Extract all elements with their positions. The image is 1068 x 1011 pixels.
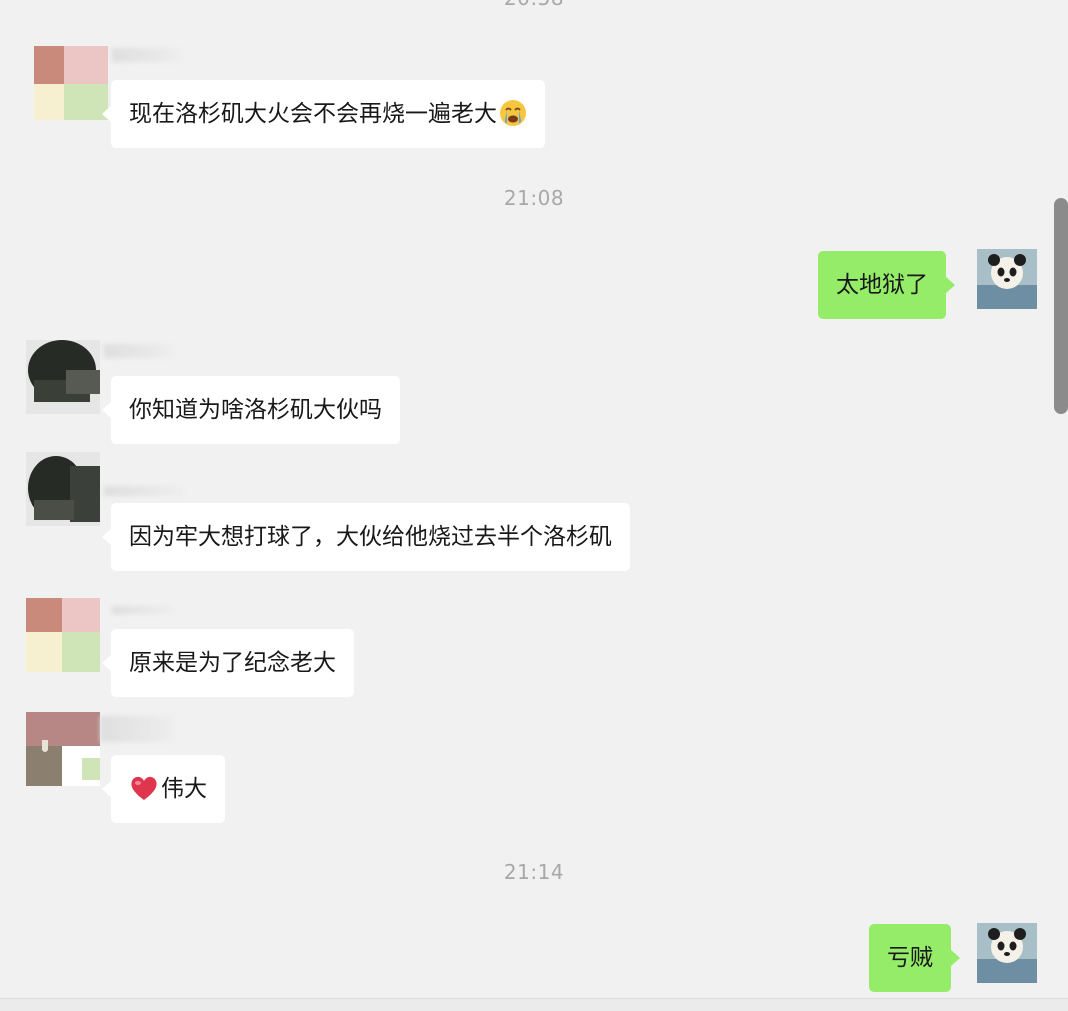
contact-avatar[interactable] (34, 46, 108, 120)
sender-name-redacted (112, 48, 182, 62)
message-text: 亏贼 (887, 945, 933, 971)
chat-message-list[interactable]: 20:58 现在洛杉矶大火会不会再烧一遍老大 21:08 太地狱了 (0, 0, 1068, 1000)
scrollbar-thumb[interactable] (1054, 198, 1068, 414)
message-text: 太地狱了 (836, 272, 928, 298)
sender-name-redacted (104, 486, 184, 496)
message-text: 伟大 (161, 776, 207, 802)
message-bubble[interactable]: 现在洛杉矶大火会不会再烧一遍老大 (102, 80, 545, 148)
red-heart-icon (131, 776, 157, 800)
timestamp: 21:08 (503, 186, 565, 210)
message-text: 因为牢大想打球了，大伙给他烧过去半个洛杉矶 (129, 524, 612, 550)
message-bubble[interactable]: 伟大 (102, 755, 225, 823)
contact-avatar[interactable] (26, 712, 100, 786)
sender-name-redacted (104, 344, 174, 358)
message-text: 原来是为了纪念老大 (129, 650, 336, 676)
timestamp: 21:14 (503, 860, 565, 884)
sender-name-redacted (100, 716, 174, 742)
message-bubble[interactable]: 亏贼 (869, 924, 960, 992)
input-area-divider (0, 998, 1068, 1011)
contact-avatar[interactable] (26, 340, 100, 414)
message-bubble[interactable]: 太地狱了 (818, 251, 955, 319)
contact-avatar[interactable] (26, 452, 100, 526)
contact-avatar[interactable] (26, 598, 100, 672)
message-bubble[interactable]: 原来是为了纪念老大 (102, 629, 354, 697)
crying-face-icon (500, 99, 526, 126)
my-avatar[interactable] (977, 249, 1037, 309)
timestamp: 20:58 (0, 0, 1068, 10)
message-bubble[interactable]: 你知道为啥洛杉矶大伙吗 (102, 376, 400, 444)
my-avatar[interactable] (977, 923, 1037, 983)
message-text: 你知道为啥洛杉矶大伙吗 (129, 397, 382, 423)
message-text: 现在洛杉矶大火会不会再烧一遍老大 (129, 101, 497, 127)
message-bubble[interactable]: 因为牢大想打球了，大伙给他烧过去半个洛杉矶 (102, 503, 630, 571)
sender-name-redacted (112, 606, 172, 614)
